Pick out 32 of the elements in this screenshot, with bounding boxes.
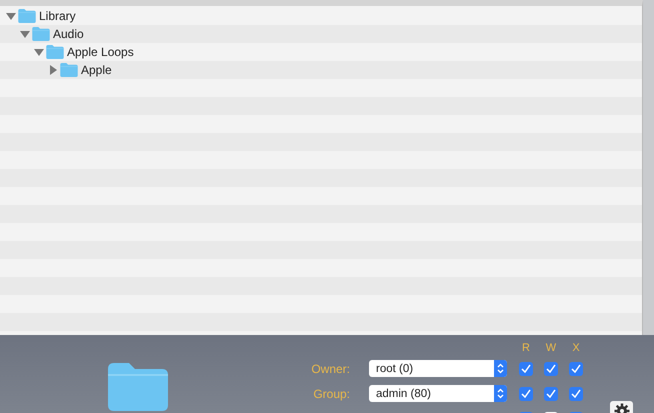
disclosure-triangle-icon[interactable] xyxy=(48,65,58,75)
checkbox[interactable] xyxy=(544,362,558,376)
checkbox[interactable] xyxy=(519,386,533,400)
folder-icon xyxy=(32,27,50,41)
folder-icon xyxy=(108,362,168,412)
field-label: Group: xyxy=(312,386,350,402)
tree-row[interactable]: Library xyxy=(0,7,642,25)
folder-name: Audio xyxy=(53,27,84,41)
stepper-icon xyxy=(497,363,504,374)
checkbox[interactable] xyxy=(519,362,533,376)
tree-row[interactable]: Audio xyxy=(0,25,642,43)
popup-menu[interactable]: root (0) xyxy=(369,360,507,377)
checkbox[interactable] xyxy=(569,386,583,400)
folder-icon xyxy=(46,45,64,59)
checkbox[interactable] xyxy=(569,362,583,376)
disclosure-triangle-icon[interactable] xyxy=(34,47,44,57)
folder-name: Library xyxy=(39,9,76,23)
folder-icon xyxy=(60,63,78,77)
column-header: X xyxy=(571,341,581,356)
column-header: R xyxy=(521,341,531,356)
folder-name: Apple Loops xyxy=(67,45,134,59)
stepper-icon xyxy=(497,388,504,399)
column-header: W xyxy=(544,341,558,356)
popup-menu[interactable]: admin (80) xyxy=(369,385,507,402)
field-label: Owner: xyxy=(310,360,350,378)
checkbox[interactable] xyxy=(544,386,558,400)
folder-name: Apple xyxy=(81,63,112,77)
disclosure-triangle-icon[interactable] xyxy=(20,29,30,39)
tree-row[interactable]: Apple xyxy=(0,61,642,79)
tree-row[interactable]: Apple Loops xyxy=(0,43,642,61)
folder-icon xyxy=(18,9,36,23)
disclosure-triangle-icon[interactable] xyxy=(6,11,16,21)
